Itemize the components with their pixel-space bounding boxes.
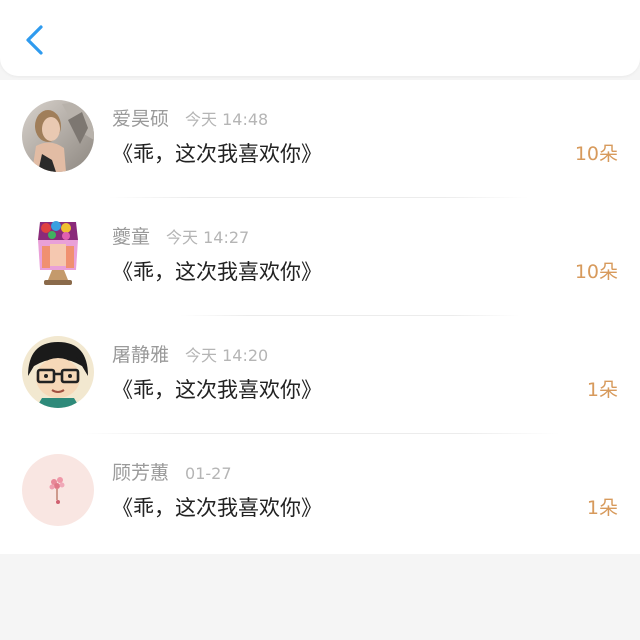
gift-count: 1朵 xyxy=(586,379,618,401)
avatar[interactable] xyxy=(22,218,94,290)
send-time: 今天 14:48 xyxy=(185,110,269,129)
chevron-left-icon xyxy=(26,25,43,55)
back-button[interactable] xyxy=(14,18,54,62)
gift-title: 《乖，这次我喜欢你》 xyxy=(112,496,322,520)
list-item[interactable]: 夔童 今天 14:27 《乖，这次我喜欢你》 10朵 xyxy=(0,198,640,316)
list-item[interactable]: 屠静雅 今天 14:20 《乖，这次我喜欢你》 1朵 xyxy=(0,316,640,434)
gift-count: 1朵 xyxy=(586,497,618,519)
avatar[interactable] xyxy=(22,100,94,172)
sender-name: 爱昊硕 xyxy=(112,108,170,130)
avatar[interactable] xyxy=(22,336,94,408)
sender-info: 屠静雅 今天 14:20 xyxy=(112,342,268,368)
gift-count: 10朵 xyxy=(574,143,618,165)
gift-record-list: 爱昊硕 今天 14:48 《乖，这次我喜欢你》 10朵 夔童 今天 14:27 … xyxy=(0,80,640,554)
sender-name: 屠静雅 xyxy=(112,344,170,366)
list-item[interactable]: 爱昊硕 今天 14:48 《乖，这次我喜欢你》 10朵 xyxy=(0,80,640,198)
send-time: 今天 14:27 xyxy=(166,228,250,247)
list-item[interactable]: 顾芳蕙 01-27 《乖，这次我喜欢你》 1朵 xyxy=(0,434,640,552)
gift-title: 《乖，这次我喜欢你》 xyxy=(112,260,322,284)
sender-info: 顾芳蕙 01-27 xyxy=(112,460,232,486)
avatar[interactable] xyxy=(22,454,94,526)
send-time: 01-27 xyxy=(185,464,232,483)
sender-name: 夔童 xyxy=(112,226,151,248)
gift-title: 《乖，这次我喜欢你》 xyxy=(112,378,322,402)
gift-title: 《乖，这次我喜欢你》 xyxy=(112,142,322,166)
top-nav-bar xyxy=(0,0,640,76)
sender-name: 顾芳蕙 xyxy=(112,462,170,484)
sender-info: 夔童 今天 14:27 xyxy=(112,224,249,250)
send-time: 今天 14:20 xyxy=(185,346,269,365)
gift-count: 10朵 xyxy=(574,261,618,283)
sender-info: 爱昊硕 今天 14:48 xyxy=(112,106,268,132)
